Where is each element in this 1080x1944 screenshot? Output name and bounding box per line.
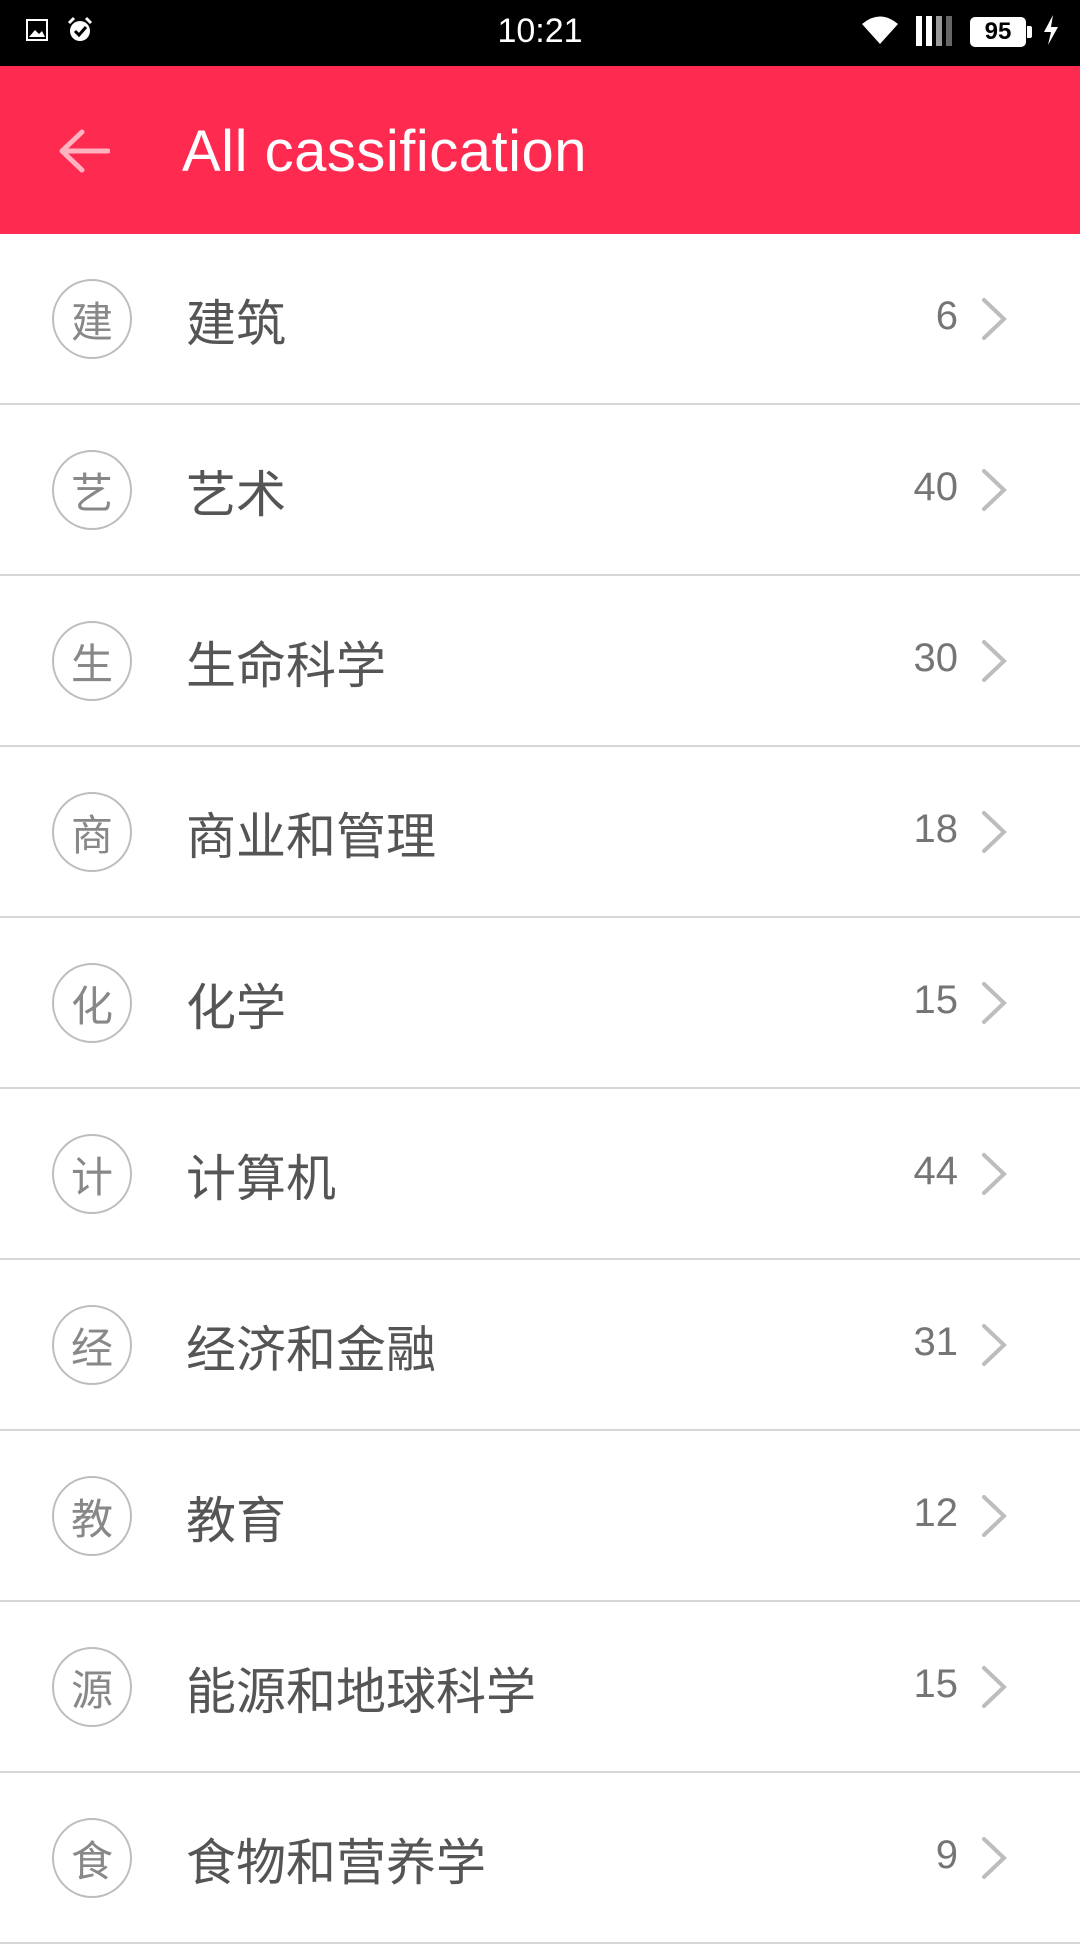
chevron-right-icon [982,811,1007,853]
chevron-right-icon [982,1495,1007,1537]
chevron-right-icon [982,298,1007,340]
category-count: 15 [913,1662,959,1706]
chevron-right-icon [982,469,1007,511]
category-row[interactable]: 食 食物和营养学 9 [0,1773,1080,1944]
category-count: 18 [913,807,959,851]
app-bar: All cassification [0,66,1080,234]
category-badge: 源 [52,1647,132,1727]
category-count: 31 [913,1320,959,1364]
category-count: 6 [935,294,958,338]
category-badge: 艺 [52,450,132,530]
chevron-right-icon [982,640,1007,682]
status-right-icons: 95 [860,14,1060,50]
category-label: 经济和金融 [186,1321,436,1379]
category-label: 建筑 [186,295,286,353]
category-label: 商业和管理 [186,808,436,866]
chevron-right-icon [982,1324,1007,1366]
category-list: 建 建筑 6 艺 艺术 40 生 生命科学 30 商 商业和管理 18 化 化学… [0,234,1080,1944]
category-count: 9 [935,1833,958,1877]
signal-icon [916,14,954,50]
category-label: 食物和营养学 [186,1834,486,1892]
category-row[interactable]: 计 计算机 44 [0,1089,1080,1260]
arrow-left-icon [59,129,110,173]
battery-level: 95 [984,18,1012,45]
chevron-right-icon [982,1666,1007,1708]
category-badge: 计 [52,1134,132,1214]
category-row[interactable]: 建 建筑 6 [0,234,1080,405]
category-label: 艺术 [186,466,286,524]
category-badge: 经 [52,1305,132,1385]
category-label: 化学 [186,979,286,1037]
chevron-right-icon [982,1837,1007,1879]
back-button[interactable] [44,116,124,186]
category-row[interactable]: 艺 艺术 40 [0,405,1080,576]
charging-icon [1042,15,1060,49]
page-title: All cassification [182,119,587,184]
category-label: 能源和地球科学 [186,1663,536,1721]
category-badge: 化 [52,963,132,1043]
category-count: 30 [913,636,959,680]
battery-icon: 95 [970,17,1032,47]
category-badge: 生 [52,621,132,701]
status-bar: 10:21 95 [0,0,1080,66]
category-badge: 食 [52,1818,132,1898]
category-label: 教育 [186,1492,286,1550]
category-row[interactable]: 化 化学 15 [0,918,1080,1089]
category-count: 12 [913,1491,959,1535]
category-badge: 教 [52,1476,132,1556]
category-count: 40 [913,465,959,509]
category-count: 44 [913,1149,959,1193]
category-row[interactable]: 教 教育 12 [0,1431,1080,1602]
category-count: 15 [913,978,959,1022]
category-row[interactable]: 商 商业和管理 18 [0,747,1080,918]
category-row[interactable]: 源 能源和地球科学 15 [0,1602,1080,1773]
category-badge: 建 [52,279,132,359]
category-label: 计算机 [186,1150,336,1208]
category-row[interactable]: 经 经济和金融 31 [0,1260,1080,1431]
chevron-right-icon [982,1153,1007,1195]
chevron-right-icon [982,982,1007,1024]
category-row[interactable]: 生 生命科学 30 [0,576,1080,747]
category-label: 生命科学 [186,637,386,695]
wifi-icon [860,15,900,49]
category-badge: 商 [52,792,132,872]
